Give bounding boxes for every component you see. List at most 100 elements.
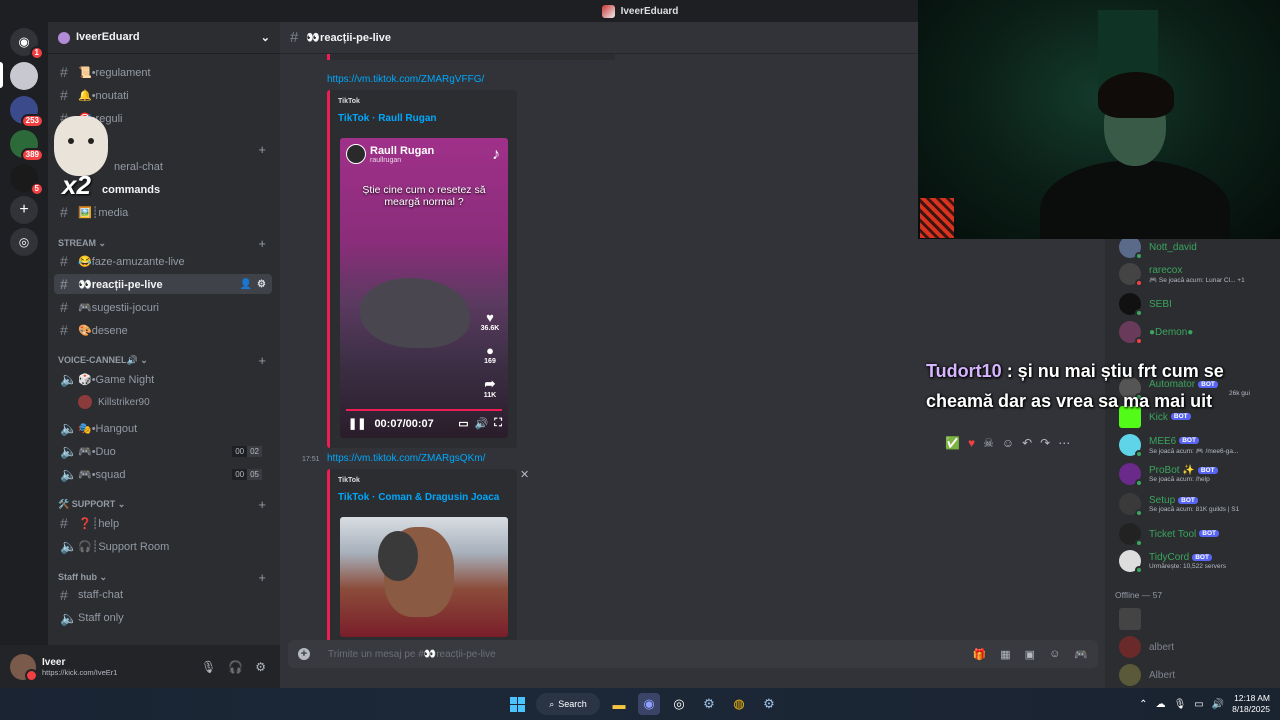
- headphones-icon[interactable]: 🎧: [228, 660, 243, 674]
- channel-sugestii-jocuri[interactable]: # 🎮sugestii-jocuri: [54, 297, 272, 317]
- comment-icon: ●: [486, 343, 494, 358]
- heart-reaction-icon[interactable]: ♥: [968, 436, 975, 450]
- channel-noutati[interactable]: # 🔔•noutati: [54, 85, 272, 105]
- category-staff-hub[interactable]: Staff hub ⌄ +: [58, 570, 268, 585]
- volume-icon[interactable]: 🔊: [475, 417, 489, 430]
- clock-time: 12:18 AM: [1234, 693, 1270, 703]
- close-icon[interactable]: ✕: [520, 468, 529, 481]
- channel-regulament[interactable]: # 📜•regulament: [54, 62, 272, 82]
- channel-staff-chat[interactable]: # staff-chat: [54, 585, 272, 605]
- video-progress-bar[interactable]: [346, 409, 502, 411]
- voice-channel-duo[interactable]: 🔈 🎮•Duo 00 02: [54, 441, 272, 461]
- discord-home-icon[interactable]: ◉ 1: [10, 28, 44, 60]
- member-item[interactable]: TidyCord BOT Urmărește: 10,522 servers: [1119, 550, 1279, 574]
- voice-channel-squad[interactable]: 🔈 🎮•squad 00 05: [54, 464, 272, 484]
- obs-icon[interactable]: ◎: [668, 693, 690, 715]
- gif-icon[interactable]: ▦: [1000, 648, 1010, 661]
- video-player[interactable]: [340, 517, 508, 637]
- avatar: [1119, 263, 1143, 287]
- reply-icon[interactable]: ↶: [1022, 436, 1032, 450]
- add-attachment-icon[interactable]: +: [298, 648, 310, 660]
- embed-title[interactable]: TikTok · Raull Rugan: [338, 113, 517, 124]
- chrome-icon[interactable]: ◍: [728, 693, 750, 715]
- member-item[interactable]: rarecox 🎮 Se joacă acum: Lunar Cl... +1: [1119, 263, 1279, 287]
- member-item[interactable]: ●Demon●: [1119, 321, 1279, 345]
- category-support[interactable]: 🛠️ SUPPORT ⌄ +: [58, 497, 268, 512]
- server-icon-iveer[interactable]: [10, 62, 38, 90]
- message-link[interactable]: https://vm.tiktok.com/ZMARgVFFG/: [327, 74, 484, 85]
- gear-icon[interactable]: ⚙: [255, 660, 266, 674]
- category-voice[interactable]: VOICE-CANNEL🔊 ⌄ +: [58, 353, 268, 368]
- system-clock[interactable]: 12:18 AM 8/18/2025: [1232, 693, 1270, 715]
- pause-icon[interactable]: ❚❚: [348, 417, 366, 430]
- channel-desene[interactable]: # 🎨desene: [54, 320, 272, 340]
- steam-icon-2[interactable]: ⚙: [758, 693, 780, 715]
- avatar[interactable]: [10, 653, 38, 682]
- member-item[interactable]: Ticket Tool BOT: [1119, 523, 1279, 547]
- video-player[interactable]: Raull Rugan raullrugan ♪ Știe cine cum o…: [340, 138, 508, 438]
- channel-help[interactable]: # ❓┊help: [54, 513, 272, 533]
- apps-icon[interactable]: 🎮: [1074, 648, 1088, 661]
- guild-header[interactable]: IveerEduard ⌄: [48, 22, 280, 54]
- microphone-icon[interactable]: 🎙: [1174, 699, 1187, 710]
- member-item[interactable]: MEE6 BOT Se joacă acum: 🎮 /mee6-ga...: [1119, 434, 1279, 458]
- channel-faze-amuzante-live[interactable]: # 😂faze-amuzante-live: [54, 251, 272, 271]
- add-channel-icon[interactable]: +: [258, 236, 266, 251]
- display-icon[interactable]: ▭: [1194, 699, 1203, 710]
- emoji-icon[interactable]: ☺: [1049, 648, 1060, 661]
- search-label: Search: [558, 699, 587, 709]
- sticker-icon[interactable]: ▣: [1025, 648, 1035, 661]
- volume-icon[interactable]: 🔊: [1212, 699, 1224, 710]
- taskbar-search[interactable]: ⌕ Search: [536, 693, 600, 715]
- voice-channel-hangout[interactable]: 🔈 🎭•Hangout: [54, 418, 272, 438]
- channel-reactii-pe-live[interactable]: # 👀reacții-pe-live 👤 ⚙: [54, 274, 272, 294]
- discord-taskbar-icon[interactable]: ◉: [638, 693, 660, 715]
- composer-placeholder[interactable]: Trimite un mesaj pe #👀reacții-pe-live: [328, 649, 496, 660]
- user-info[interactable]: Iveer https://kick.com/IveEr1: [42, 657, 117, 677]
- server-icon-3[interactable]: 389: [10, 130, 44, 162]
- message-composer[interactable]: + Trimite un mesaj pe #👀reacții-pe-live …: [288, 640, 1098, 668]
- hash-icon: #: [60, 587, 68, 603]
- add-channel-icon[interactable]: +: [258, 142, 266, 157]
- member-name: MEE6: [1149, 435, 1177, 447]
- member-item[interactable]: Nott_david: [1119, 236, 1279, 260]
- gift-icon[interactable]: 🎁: [973, 648, 987, 661]
- embed-title[interactable]: TikTok · Coman & Dragusin Joaca: [338, 492, 517, 503]
- message-link[interactable]: https://vm.tiktok.com/ZMARgsQKm/: [327, 453, 485, 464]
- server-icon-2[interactable]: 253: [10, 96, 44, 128]
- more-icon[interactable]: ⋯: [1058, 436, 1070, 450]
- cloud-icon[interactable]: ☁: [1156, 699, 1166, 710]
- add-channel-icon[interactable]: +: [258, 570, 266, 585]
- windows-taskbar: ⌕ Search ▬ ◉ ◎ ⚙ ◍ ⚙ ⌃ ☁ 🎙 ▭ 🔊 12:18 AM 8…: [0, 688, 1280, 720]
- category-stream[interactable]: STREAM ⌄ +: [58, 236, 268, 251]
- captions-icon[interactable]: ▭: [458, 417, 468, 430]
- forward-icon[interactable]: ↷: [1040, 436, 1050, 450]
- steam-icon[interactable]: ⚙: [698, 693, 720, 715]
- gear-icon[interactable]: ⚙: [257, 279, 266, 290]
- invite-icon[interactable]: 👤: [240, 279, 252, 290]
- fullscreen-icon[interactable]: ⛶: [494, 417, 502, 430]
- member-item[interactable]: [1119, 608, 1279, 630]
- member-item[interactable]: albert: [1119, 636, 1279, 658]
- discover-icon[interactable]: ◎: [10, 228, 38, 256]
- member-item[interactable]: Albert: [1119, 664, 1279, 686]
- windows-start-icon[interactable]: [506, 693, 528, 715]
- file-explorer-icon[interactable]: ▬: [608, 693, 630, 715]
- member-item[interactable]: ProBot ✨ BOT Se joacă acum: /help: [1119, 463, 1279, 487]
- skull-reaction-icon[interactable]: ☠: [983, 436, 994, 450]
- add-server-icon[interactable]: +: [10, 196, 38, 224]
- add-channel-icon[interactable]: +: [258, 497, 266, 512]
- channel-media[interactable]: # 🖼️┊media: [54, 202, 272, 222]
- voice-user[interactable]: Killstriker90: [78, 395, 150, 409]
- voice-channel-game-night[interactable]: 🔈 🎲•Game Night: [54, 369, 272, 389]
- check-reaction-icon[interactable]: ✅: [945, 436, 960, 450]
- microphone-icon[interactable]: 🎙: [201, 660, 216, 674]
- server-icon-4[interactable]: 5: [10, 164, 44, 196]
- chevron-up-icon[interactable]: ⌃: [1139, 699, 1147, 710]
- member-item[interactable]: Setup BOT Se joacă acum: 81K guilds | S1: [1119, 493, 1279, 517]
- member-item[interactable]: SEBI: [1119, 293, 1279, 317]
- voice-channel-support-room[interactable]: 🔈 🎧┊Support Room: [54, 536, 272, 556]
- add-channel-icon[interactable]: +: [258, 353, 266, 368]
- voice-channel-staff-only[interactable]: 🔈 Staff only: [54, 608, 272, 628]
- add-reaction-icon[interactable]: ☺: [1002, 436, 1014, 450]
